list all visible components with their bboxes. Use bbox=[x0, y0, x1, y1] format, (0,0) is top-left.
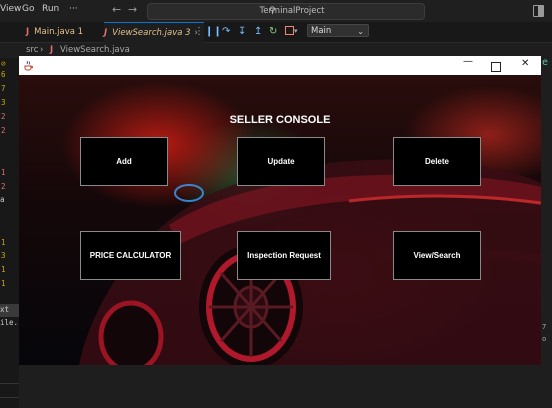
problem-count: 3 bbox=[1, 98, 6, 107]
toggle-panel-icon[interactable] bbox=[533, 5, 544, 17]
chevron-right-icon: › bbox=[40, 45, 44, 55]
explorer-gutter: ⊘ 6 7 3 2 2 1 2 a 1 3 1 1 xt ile... bbox=[0, 58, 27, 408]
problem-count: 7 bbox=[1, 84, 6, 93]
step-over-icon[interactable]: ↷ bbox=[222, 27, 230, 37]
console-panel: SELLER CONSOLE Add Update Delete PRICE C… bbox=[19, 75, 541, 365]
console-title: SELLER CONSOLE bbox=[229, 114, 331, 126]
close-icon[interactable]: ✕ bbox=[521, 58, 529, 69]
inspection-request-button[interactable]: Inspection Request bbox=[237, 231, 331, 280]
code-fragment: e bbox=[542, 57, 549, 68]
java-file-icon: J bbox=[50, 45, 54, 55]
chevron-down-icon: ⌄ bbox=[357, 27, 364, 36]
price-calculator-button[interactable]: PRICE CALCULATOR bbox=[80, 231, 181, 280]
command-center[interactable]: ⚲ TerminalProject bbox=[147, 3, 425, 20]
view-search-button[interactable]: View/Search bbox=[393, 231, 481, 280]
problem-count: 6 bbox=[1, 70, 6, 79]
menu-more[interactable]: ··· bbox=[69, 4, 78, 14]
problem-count: 2 bbox=[1, 182, 6, 191]
problem-count: 1 bbox=[1, 265, 6, 274]
tab-label: ViewSearch.java 3 bbox=[112, 28, 191, 38]
problem-count: 2 bbox=[1, 126, 6, 135]
problem-count: 1 bbox=[1, 279, 6, 288]
restart-icon[interactable]: ↻ bbox=[269, 27, 277, 37]
divider bbox=[0, 383, 19, 384]
breadcrumb-folder[interactable]: src bbox=[26, 43, 38, 57]
code-fragment: 7 bbox=[542, 323, 547, 331]
gutter-text: a bbox=[0, 195, 5, 204]
java-file-icon: J bbox=[104, 28, 108, 38]
breadcrumb: src › J ViewSearch.java bbox=[0, 43, 552, 57]
forward-arrow-icon[interactable]: → bbox=[128, 3, 137, 16]
debug-config-value: Main bbox=[311, 26, 332, 36]
minimize-icon[interactable]: — bbox=[463, 56, 473, 67]
stop-icon[interactable] bbox=[285, 26, 294, 35]
java-file-icon: J bbox=[26, 27, 30, 37]
update-button[interactable]: Update bbox=[237, 137, 325, 186]
gutter-text: xt bbox=[0, 305, 10, 314]
problem-count: 1 bbox=[1, 168, 6, 177]
divider bbox=[0, 397, 19, 398]
back-arrow-icon[interactable]: ← bbox=[112, 3, 121, 16]
search-icon: ⚲ bbox=[269, 6, 276, 16]
add-button[interactable]: Add bbox=[80, 137, 168, 186]
problem-count: 1 bbox=[1, 238, 6, 247]
menu-run[interactable]: Run bbox=[42, 4, 59, 14]
seller-console-window: — ✕ SELLER CONSOLE Add Update Delete PRI… bbox=[19, 56, 541, 365]
tab-label: Main.java 1 bbox=[34, 27, 84, 37]
editor-edge: e 7 o bbox=[541, 57, 552, 408]
delete-button[interactable]: Delete bbox=[393, 137, 481, 186]
breadcrumb-file[interactable]: ViewSearch.java bbox=[60, 43, 130, 57]
code-fragment: o bbox=[542, 335, 547, 343]
java-cup-icon bbox=[24, 60, 33, 71]
tab-main-java[interactable]: J Main.java 1 bbox=[26, 22, 83, 42]
problem-count: 2 bbox=[1, 112, 6, 121]
debug-config-select[interactable]: Main ⌄ bbox=[307, 24, 369, 37]
chevron-down-icon[interactable]: ▾ bbox=[294, 27, 298, 35]
maximize-icon[interactable] bbox=[491, 62, 501, 72]
editor-tabs: J Main.java 1 J ViewSearch.java 3 › ⋮⋮ ❙❙ ↷… bbox=[0, 22, 552, 43]
step-out-icon[interactable]: ↥ bbox=[254, 27, 262, 37]
step-into-icon[interactable]: ↧ bbox=[238, 27, 246, 37]
vscode-title-bar: View Go Run ··· ← → ⚲ TerminalProject bbox=[0, 0, 552, 22]
problem-count-icon: ⊘ bbox=[1, 59, 6, 68]
menu-view[interactable]: View bbox=[0, 4, 21, 14]
problem-count: 3 bbox=[1, 251, 6, 260]
pause-icon[interactable]: ❙❙ bbox=[205, 27, 222, 37]
menu-go[interactable]: Go bbox=[22, 4, 34, 14]
tab-viewsearch-java[interactable]: J ViewSearch.java 3 › bbox=[104, 22, 204, 43]
window-title-bar[interactable]: — ✕ bbox=[19, 56, 541, 75]
